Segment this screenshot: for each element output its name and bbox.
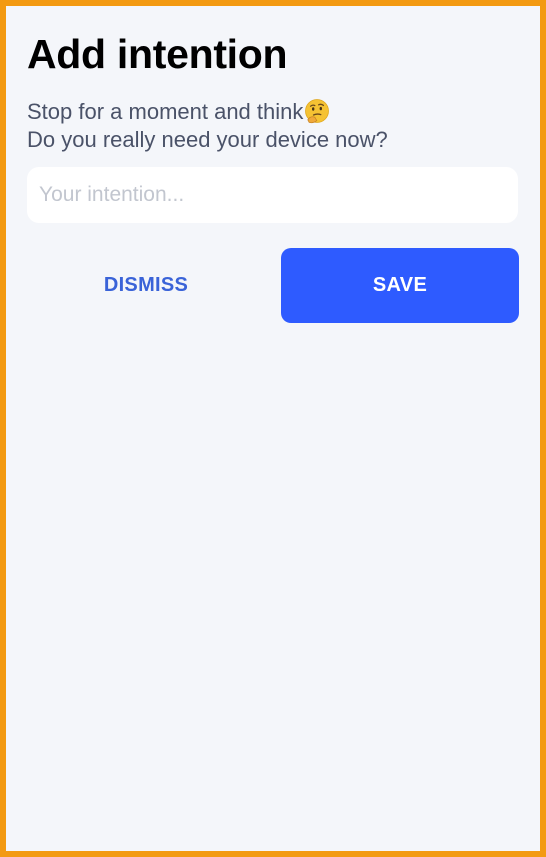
- dismiss-button[interactable]: DISMISS: [27, 248, 265, 323]
- subtitle-line-1-text: Stop for a moment and think: [27, 99, 304, 124]
- subtitle-line-2: Do you really need your device now?: [27, 127, 388, 152]
- page-title: Add intention: [27, 31, 288, 77]
- intention-input[interactable]: [27, 167, 518, 223]
- dialog-subtitle: Stop for a moment and think Do you reall…: [27, 98, 388, 154]
- save-button[interactable]: SAVE: [281, 248, 519, 323]
- thinking-face-icon: [304, 98, 330, 124]
- subtitle-line-1: Stop for a moment and think: [27, 98, 388, 126]
- dismiss-button-label: DISMISS: [103, 274, 189, 296]
- save-button-label: SAVE: [372, 274, 428, 296]
- intention-dialog: Add intention Stop for a moment and thin…: [6, 6, 540, 851]
